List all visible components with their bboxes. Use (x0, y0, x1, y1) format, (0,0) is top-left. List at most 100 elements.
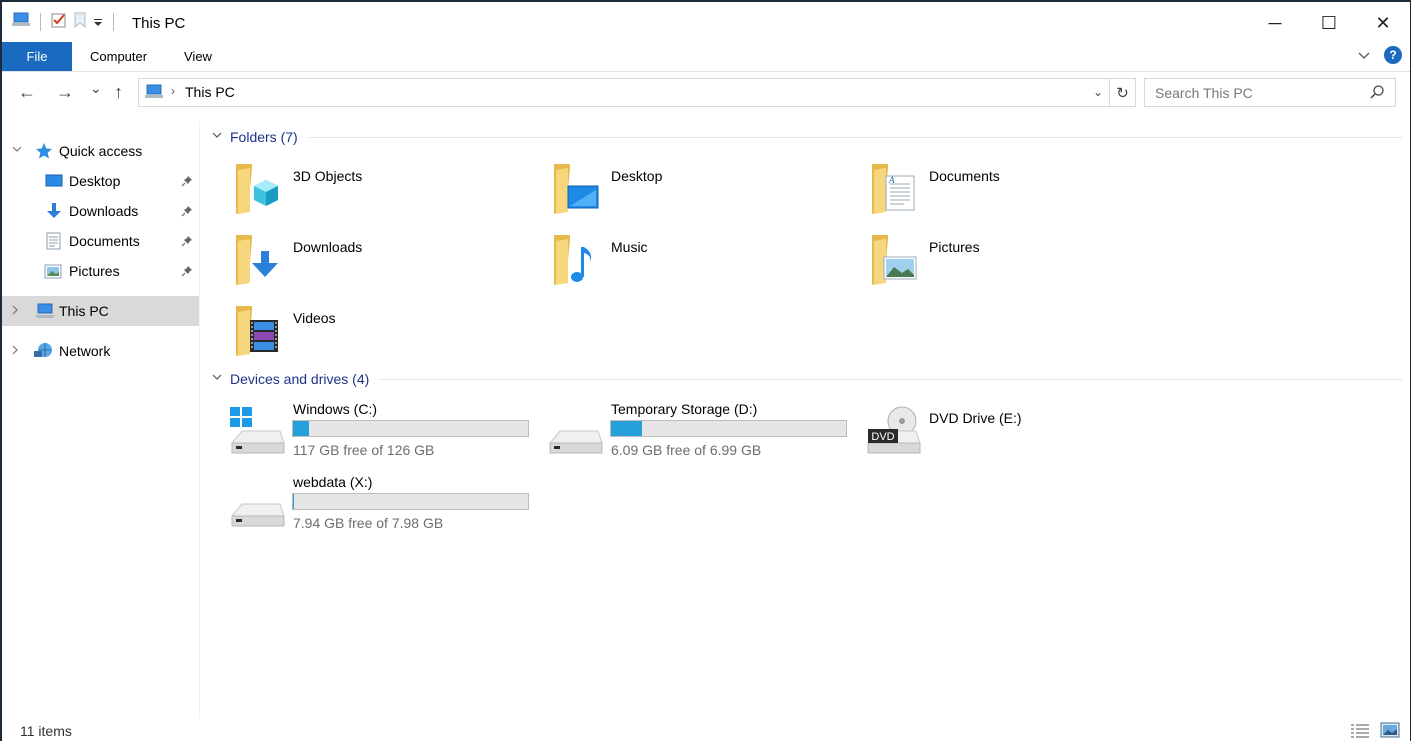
sidebar-item-desktop[interactable]: Desktop (2, 166, 199, 196)
drives-group-header[interactable]: Devices and drives (4) (212, 368, 1402, 390)
toolbar-separator (40, 12, 41, 31)
address-bar[interactable]: › This PC ⌄ ↻ (138, 78, 1136, 107)
desktop-icon (45, 173, 63, 189)
drive-usage-bar (292, 420, 529, 437)
folder-icon (234, 160, 282, 219)
sidebar-item-documents[interactable]: Documents (2, 226, 199, 256)
pin-icon[interactable] (181, 174, 193, 190)
collapse-group-icon[interactable] (212, 131, 222, 143)
sidebar-item-label: Desktop (69, 173, 121, 189)
navigation-bar: ← → ⌄ ↑ › This PC ⌄ ↻ Search This PC (2, 74, 1410, 112)
pin-icon[interactable] (181, 204, 193, 220)
collapse-group-icon[interactable] (212, 373, 222, 385)
toolbar-separator (113, 12, 114, 31)
pc-icon[interactable] (12, 12, 30, 31)
refresh-button[interactable]: ↻ (1109, 79, 1135, 106)
breadcrumb-this-pc[interactable]: This PC (185, 84, 235, 100)
drive-item-x[interactable]: webdata (X:) 7.94 GB free of 7.98 GB (202, 474, 529, 538)
expand-icon[interactable] (12, 305, 20, 318)
sidebar-item-label: Quick access (59, 143, 143, 159)
help-button[interactable]: ? (1384, 46, 1402, 64)
ribbon: File Computer View ? (2, 42, 1410, 72)
tab-computer[interactable]: Computer (74, 42, 163, 71)
pin-icon[interactable] (181, 264, 193, 280)
folder-item-3d-objects[interactable]: 3D Objects (202, 160, 502, 224)
window-title: This PC (132, 15, 186, 32)
sidebar-item-quick-access[interactable]: Quick access (2, 136, 199, 166)
folder-item-pictures[interactable]: Pictures (838, 231, 1138, 295)
drive-item-d[interactable]: Temporary Storage (D:) 6.09 GB free of 6… (520, 401, 847, 465)
network-icon (34, 342, 54, 360)
group-divider (379, 378, 1402, 380)
drive-name: Windows (C:) (293, 401, 378, 417)
drive-item-e[interactable]: DVD DVD Drive (E:) (838, 401, 1138, 465)
status-bar: 11 items (2, 718, 1410, 741)
folder-item-documents[interactable]: A Documents (838, 160, 1138, 224)
item-count: 11 items (20, 723, 72, 739)
windows-drive-icon (228, 405, 286, 460)
folder-name: Downloads (293, 239, 363, 255)
drive-name: Temporary Storage (D:) (611, 401, 758, 417)
expand-ribbon-icon[interactable] (1358, 47, 1370, 63)
sidebar-item-label: Documents (69, 233, 140, 249)
large-icons-view-icon[interactable] (1380, 722, 1400, 738)
drive-usage-bar (292, 493, 529, 510)
drive-usage-fill (611, 421, 642, 436)
up-button[interactable]: ↑ (114, 82, 123, 103)
drive-item-c[interactable]: Windows (C:) 117 GB free of 126 GB (202, 401, 529, 465)
folder-name: Documents (929, 168, 1000, 184)
expand-icon[interactable] (12, 345, 20, 358)
navigation-pane: Quick access Desktop Downloads Documents… (2, 122, 200, 718)
recent-locations-button[interactable]: ⌄ (90, 80, 102, 97)
dvd-label: DVD (871, 431, 894, 443)
folder-name: Pictures (929, 239, 980, 255)
pc-icon (35, 303, 55, 319)
minimize-button[interactable]: ─ (1248, 2, 1302, 44)
pin-icon[interactable] (181, 234, 193, 250)
folder-name: Music (611, 239, 648, 255)
dvd-drive-icon: DVD (864, 405, 922, 460)
address-dropdown-button[interactable]: ⌄ (1093, 85, 1103, 99)
download-icon (45, 202, 63, 220)
sidebar-item-label: This PC (59, 303, 109, 319)
drive-free-space: 6.09 GB free of 6.99 GB (611, 442, 762, 458)
close-button[interactable]: ✕ (1356, 2, 1410, 44)
hard-drive-icon (228, 478, 286, 533)
folder-icon (870, 231, 918, 290)
view-switcher (1350, 722, 1400, 738)
folder-icon (552, 160, 600, 219)
drive-name: webdata (X:) (293, 474, 373, 490)
sidebar-item-network[interactable]: Network (2, 336, 199, 366)
pc-icon (145, 84, 163, 103)
folder-item-desktop[interactable]: Desktop (520, 160, 820, 224)
maximize-button[interactable]: ☐ (1302, 2, 1356, 44)
forward-button[interactable]: → (56, 82, 74, 103)
properties-icon[interactable] (51, 12, 67, 31)
hard-drive-icon (546, 405, 604, 460)
breadcrumb-chevron[interactable]: › (171, 84, 175, 98)
sidebar-item-pictures[interactable]: Pictures (2, 256, 199, 286)
folder-item-videos[interactable]: Videos (202, 302, 502, 366)
window-controls: ─ ☐ ✕ (1248, 2, 1410, 44)
customize-toolbar-icon[interactable] (93, 14, 103, 30)
search-box[interactable]: Search This PC (1144, 78, 1396, 107)
sidebar-item-label: Downloads (69, 203, 139, 219)
collapse-icon[interactable] (12, 145, 22, 157)
details-view-icon[interactable] (1350, 722, 1370, 738)
folder-name: Desktop (611, 168, 663, 184)
group-title: Folders (7) (230, 129, 298, 145)
sidebar-item-this-pc[interactable]: This PC (2, 296, 199, 326)
search-icon[interactable] (1369, 84, 1385, 103)
back-button[interactable]: ← (18, 82, 36, 103)
folder-item-music[interactable]: Music (520, 231, 820, 295)
quick-access-toolbar (12, 12, 118, 31)
folder-name: Videos (293, 310, 336, 326)
tab-file[interactable]: File (2, 42, 72, 71)
sidebar-item-downloads[interactable]: Downloads (2, 196, 199, 226)
new-folder-icon[interactable] (73, 12, 87, 31)
tab-view[interactable]: View (168, 42, 228, 71)
folder-item-downloads[interactable]: Downloads (202, 231, 502, 295)
document-icon (46, 232, 61, 250)
drive-free-space: 117 GB free of 126 GB (293, 442, 435, 458)
folders-group-header[interactable]: Folders (7) (212, 126, 1402, 148)
